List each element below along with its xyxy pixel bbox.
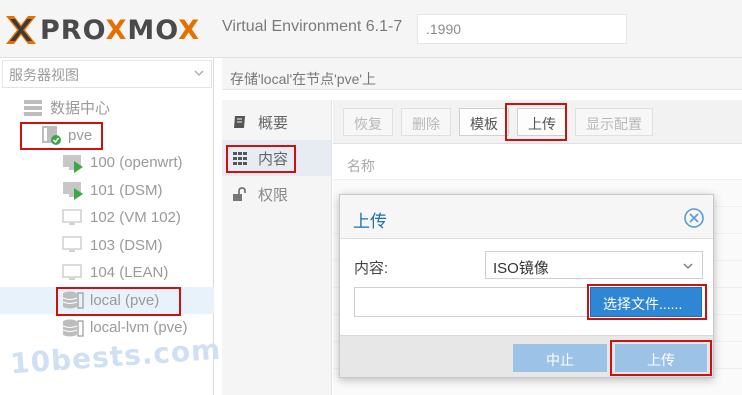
top-header: PROXMOX Virtual Environment 6.1-7 .1990 [0, 0, 742, 58]
view-selector[interactable]: 服务器视图 [2, 60, 212, 88]
unlock-icon [233, 187, 246, 201]
upload-dialog: 上传 内容: ISO镜像 选择文件...... 中止 上传 [339, 194, 714, 378]
tree-item-datacenter[interactable]: 数据中心 [0, 94, 214, 122]
delete-button[interactable]: 删除 [401, 107, 451, 136]
abort-button[interactable]: 中止 [513, 344, 607, 372]
vm-stopped-icon [62, 236, 82, 253]
tab-label: 内容 [258, 150, 289, 168]
storage-database-icon [62, 291, 84, 309]
chevron-down-icon [194, 70, 204, 76]
show-config-button[interactable]: 显示配置 [575, 107, 653, 136]
tree-item-label: pve [68, 126, 93, 144]
logo-wordmark: PROXMOX [40, 14, 201, 46]
upload-button-label: 上传 [528, 115, 556, 132]
tree-item-vm[interactable]: 104 (LEAN) [0, 259, 214, 287]
template-button[interactable]: 模板 [459, 107, 509, 136]
content-type-value: ISO镜像 [493, 260, 549, 277]
dialog-header: 上传 [340, 195, 713, 239]
tree-item-vm[interactable]: 101 (DSM) [0, 177, 214, 205]
tree-item-vm[interactable]: 102 (VM 102) [0, 204, 214, 232]
content-type-select[interactable]: ISO镜像 [485, 251, 703, 279]
search-input[interactable]: .1990 [417, 14, 627, 44]
storage-subnav: 概要 内容 权限 [222, 100, 332, 395]
dialog-upload-button[interactable]: 上传 [615, 344, 707, 372]
vm-running-icon [63, 154, 83, 173]
tree-item-label: 103 (DSM) [90, 236, 163, 254]
content-field-label: 内容: [354, 260, 389, 277]
choose-file-button[interactable]: 选择文件...... [590, 287, 702, 317]
vm-running-icon [63, 182, 83, 201]
tree-item-storage-local[interactable]: local (pve) [0, 286, 214, 316]
tab-label: 权限 [258, 186, 289, 204]
dialog-footer: 中止 上传 [340, 335, 713, 377]
product-version: Virtual Environment 6.1-7 [222, 18, 403, 35]
tree-item-vm[interactable]: 103 (DSM) [0, 232, 214, 260]
tree-item-label: local (pve) [90, 291, 160, 309]
file-path-input[interactable] [354, 287, 588, 317]
book-icon [234, 116, 245, 128]
grid-icon [233, 152, 247, 165]
storage-database-icon [62, 319, 84, 337]
tree-item-label: 102 (VM 102) [90, 209, 181, 227]
view-selector-value: 服务器视图 [9, 68, 79, 84]
tree-item-vm[interactable]: 100 (openwrt) [0, 149, 214, 177]
proxmox-logo: PROXMOX [4, 13, 200, 47]
tree-item-label: 100 (openwrt) [90, 154, 183, 172]
tree-item-label: 101 (DSM) [90, 181, 163, 199]
dialog-title: 上传 [353, 212, 387, 231]
content-toolbar: 恢复 删除 模板 上传 显示配置 [333, 100, 742, 144]
tab-label: 概要 [258, 114, 289, 132]
page-title: 存储'local'在节点'pve'上 [222, 58, 742, 90]
tree-item-label: 数据中心 [50, 100, 111, 118]
tree-item-label: 104 (LEAN) [90, 264, 169, 282]
close-icon[interactable] [683, 207, 705, 229]
server-rack-icon [24, 99, 42, 116]
chevron-down-icon [683, 263, 693, 269]
dialog-body: 内容: ISO镜像 选择文件...... [340, 239, 713, 335]
tree-item-label: local-lvm (pve) [90, 319, 188, 337]
column-header-name[interactable]: 名称 [333, 150, 742, 180]
tree-item-node-pve[interactable]: pve [0, 121, 214, 150]
vm-stopped-icon [62, 209, 82, 225]
upload-button[interactable]: 上传 [505, 102, 567, 141]
restore-button[interactable]: 恢复 [343, 107, 393, 136]
tab-permissions[interactable]: 权限 [222, 176, 331, 212]
tab-summary[interactable]: 概要 [222, 104, 331, 140]
node-server-icon [42, 126, 61, 146]
vm-stopped-icon [62, 264, 82, 280]
tab-content[interactable]: 内容 [222, 140, 331, 176]
resource-tree: 数据中心 pve 100 (openwrt) 101 (DSM) 102 (VM… [0, 94, 214, 342]
proxmox-x-icon [6, 16, 36, 44]
